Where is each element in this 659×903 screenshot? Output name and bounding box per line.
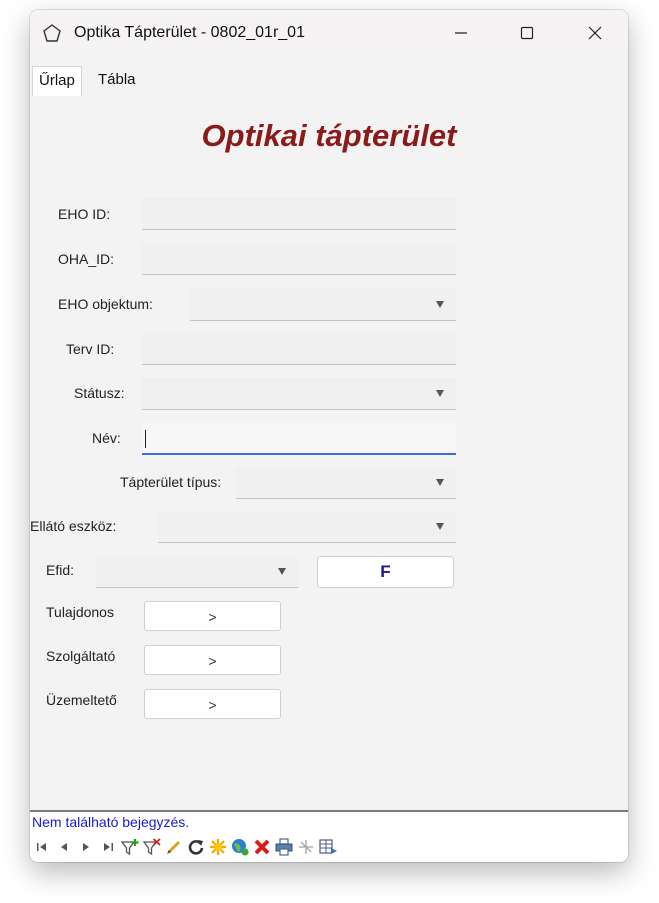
tapterulet-tipus-dropdown[interactable]	[236, 467, 456, 499]
dropdown-arrow-icon	[436, 301, 444, 308]
dropdown-arrow-icon	[436, 479, 444, 486]
minimize-button[interactable]	[428, 10, 494, 56]
form-title: Optikai tápterület	[201, 118, 457, 153]
print-icon[interactable]	[274, 836, 294, 858]
close-button[interactable]	[562, 10, 628, 56]
uzemelteto-button[interactable]: >	[144, 689, 281, 719]
web-icon[interactable]	[230, 836, 250, 858]
edit-icon[interactable]	[164, 836, 184, 858]
dropdown-arrow-icon	[278, 568, 286, 575]
efid-dropdown[interactable]	[96, 556, 298, 588]
close-icon	[588, 26, 602, 40]
tulajdonos-button[interactable]: >	[144, 601, 281, 631]
status-bar: Nem található bejegyzés.	[30, 810, 628, 862]
app-window: Optika Tápterület - 0802_01r_01 Űrlap Tá…	[30, 10, 628, 862]
tapterulet-tipus-label: Tápterület típus:	[120, 474, 222, 490]
eho-id-field[interactable]	[142, 198, 456, 230]
szolgaltato-button[interactable]: >	[144, 645, 281, 675]
statusz-label: Státusz:	[74, 385, 125, 401]
tab-strip: Űrlap Tábla	[30, 66, 628, 97]
terv-id-label: Terv ID:	[66, 341, 115, 357]
previous-record-icon[interactable]	[54, 836, 74, 858]
dropdown-arrow-icon	[436, 390, 444, 397]
uzemelteto-label: Üzemeltető	[46, 692, 117, 708]
window-title: Optika Tápterület - 0802_01r_01	[74, 24, 305, 41]
nev-label: Név:	[92, 430, 121, 446]
oha-id-label: OHA_ID:	[58, 251, 115, 267]
tab-urlap[interactable]: Űrlap	[32, 66, 82, 97]
delete-icon[interactable]	[252, 836, 272, 858]
text-cursor	[145, 430, 146, 448]
status-text: Nem található bejegyzés.	[32, 814, 190, 830]
table-export-icon[interactable]	[318, 836, 338, 858]
filter-add-icon[interactable]	[120, 836, 140, 858]
maximize-button[interactable]	[494, 10, 560, 56]
oha-id-field[interactable]	[142, 243, 456, 275]
pentagon-app-icon	[42, 23, 62, 43]
efid-label: Efid:	[46, 562, 75, 578]
new-record-icon[interactable]	[208, 836, 228, 858]
efid-f-button[interactable]: F	[317, 556, 454, 588]
refresh-icon[interactable]	[186, 836, 206, 858]
filter-remove-icon[interactable]	[142, 836, 162, 858]
tulajdonos-label: Tulajdonos	[46, 604, 114, 620]
statusz-dropdown[interactable]	[142, 378, 456, 410]
eho-objektum-dropdown[interactable]	[190, 289, 456, 321]
title-bar: Optika Tápterület - 0802_01r_01	[30, 10, 628, 56]
last-record-icon[interactable]	[98, 836, 118, 858]
minimize-icon	[455, 32, 467, 34]
ellato-eszkoz-label: Ellátó eszköz:	[30, 518, 117, 534]
ellato-eszkoz-dropdown[interactable]	[158, 511, 456, 543]
dropdown-arrow-icon	[436, 523, 444, 530]
nev-field[interactable]	[142, 423, 456, 455]
szolgaltato-label: Szolgáltató	[46, 648, 116, 664]
next-record-icon[interactable]	[76, 836, 96, 858]
navigation-toolbar	[32, 835, 340, 859]
first-record-icon[interactable]	[32, 836, 52, 858]
terv-id-field[interactable]	[142, 333, 456, 365]
tab-tabla[interactable]: Tábla	[92, 66, 142, 96]
eho-id-label: EHO ID:	[58, 206, 111, 222]
move-icon[interactable]	[296, 836, 316, 858]
form-area: Optikai tápterület EHO ID: OHA_ID: EHO o…	[30, 96, 628, 810]
maximize-icon	[520, 26, 534, 40]
eho-objektum-label: EHO objektum:	[58, 296, 153, 312]
